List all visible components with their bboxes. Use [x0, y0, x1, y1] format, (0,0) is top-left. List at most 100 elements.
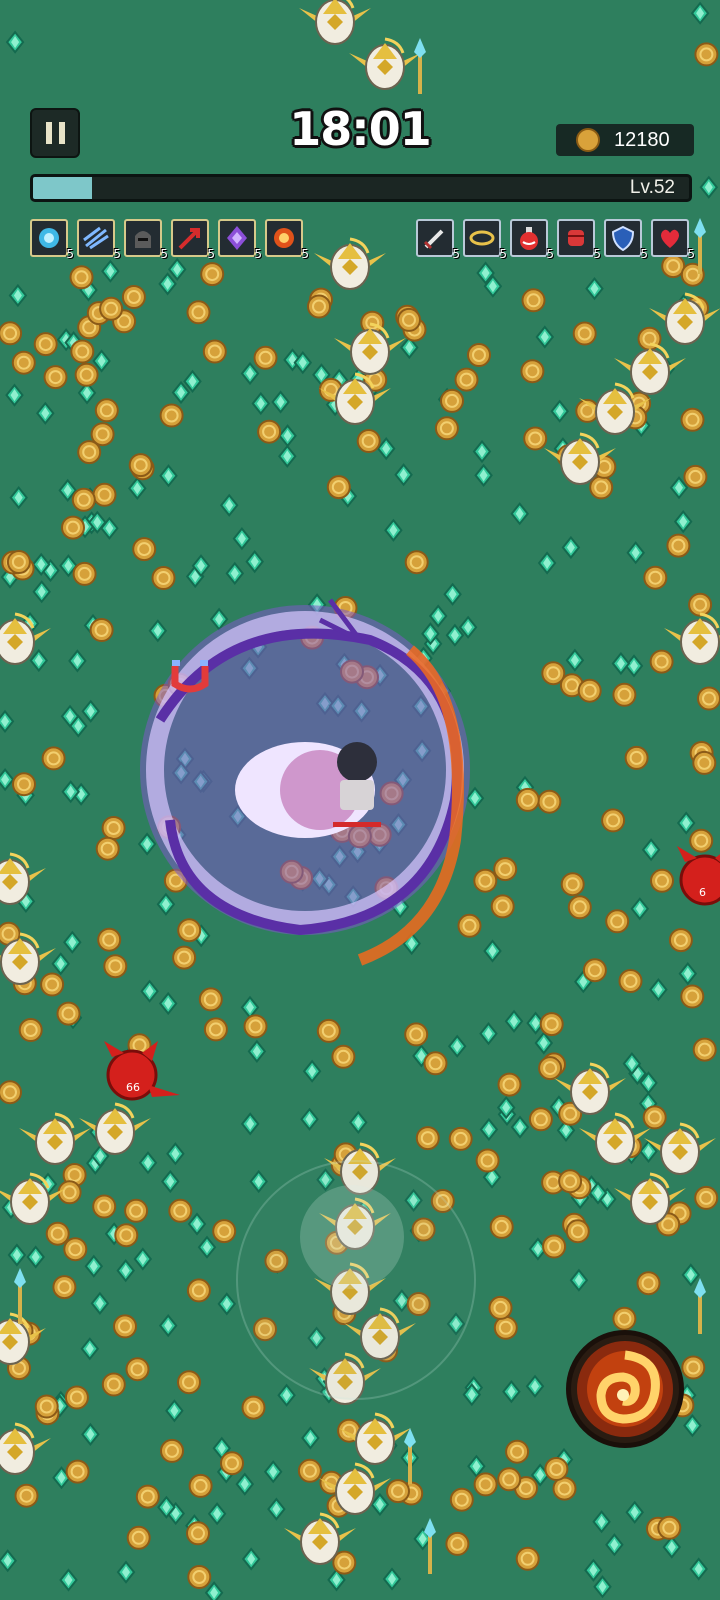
gold-coin-pickup [95, 836, 120, 861]
gold-coin-pickup [489, 1214, 514, 1239]
experience-bar: Lv.52 [30, 174, 692, 202]
gold-coin-pickup [132, 537, 157, 562]
gold-coin-pickup [572, 321, 597, 346]
gold-coin-pickup [61, 515, 85, 540]
gold-coin-pickup [64, 1385, 89, 1410]
gold-coin-pickup [188, 1473, 213, 1498]
gold-counter: 12180 [556, 124, 694, 156]
slot-level: 5 [593, 247, 601, 261]
gold-coin-pickup [577, 678, 602, 703]
gold-coin-pickup [72, 561, 97, 586]
gold-coin-pickup [415, 1126, 440, 1151]
weapon-slot-6: 5 [265, 219, 309, 261]
enemy-hp-label: 66 [126, 1081, 140, 1094]
gold-coin-pickup [697, 686, 720, 711]
gold-coin-pickup [56, 1001, 81, 1026]
gold-coin-pickup [297, 1458, 322, 1483]
gold-coin-pickup [177, 1370, 201, 1395]
gold-coin-pickup [668, 928, 693, 953]
gold-coin-pickup [657, 1515, 682, 1540]
coin-icon [576, 128, 600, 152]
gold-coin-pickup [160, 1438, 184, 1463]
gold-coin-pickup [440, 388, 464, 413]
fire-vortex-icon [577, 1341, 673, 1437]
gold-coin-pickup [159, 403, 184, 428]
gold-coin-pickup [99, 296, 124, 321]
gold-coin-pickup [187, 1565, 212, 1589]
red-arrow-icon [178, 228, 200, 250]
gold-coin-pickup [454, 367, 479, 392]
gold-coin-pickup [0, 321, 23, 346]
gold-coin-pickup [589, 475, 614, 500]
gold-coin-pickup [124, 1198, 149, 1223]
passive-slot-5: 5 [604, 219, 648, 261]
gold-coin-pickup [650, 868, 674, 893]
gold-coin-pickup [694, 1185, 719, 1210]
gold-coin-pickup [386, 1479, 410, 1504]
slot-level: 5 [499, 247, 507, 261]
slot-level: 5 [301, 247, 309, 261]
weapon-slot-1: 5 [30, 219, 74, 261]
gold-coin-pickup [565, 1219, 590, 1244]
gold-coin-pickup [541, 661, 566, 686]
gold-coin-pickup [404, 550, 429, 575]
weapon-slot-4: 5 [171, 219, 215, 261]
gold-coin-pickup [537, 789, 562, 814]
gold-coin-pickup [77, 440, 102, 465]
gold-coin-pickup [40, 972, 65, 997]
passive-slot-6: 5 [651, 219, 695, 261]
gold-coin-pickup [70, 339, 95, 364]
gold-coin-pickup [331, 1044, 356, 1069]
ultimate-skill-button[interactable] [566, 1330, 684, 1448]
gold-coin-pickup [692, 1037, 717, 1062]
gold-coin-pickup [101, 1372, 126, 1397]
gold-coin-pickup [186, 1278, 211, 1303]
gold-coin-pickup [528, 1107, 553, 1132]
gold-coin-pickup [538, 1056, 563, 1081]
gold-coin-pickup [71, 487, 96, 512]
dark-helm-icon [135, 231, 151, 248]
gold-coin-pickup [493, 1315, 518, 1340]
gold-coin-pickup [636, 1271, 661, 1296]
gold-coin-pickup [241, 1395, 266, 1420]
shield-icon [611, 225, 635, 252]
gold-coin-pickup [326, 475, 351, 500]
ice-shards-icon [83, 226, 109, 250]
pause-button[interactable] [30, 108, 80, 158]
passive-slot-2: 5 [463, 219, 507, 261]
gold-coin-pickup [41, 746, 66, 771]
gold-coin-pickup [34, 1394, 59, 1419]
gold-coin-pickup [177, 918, 202, 943]
gold-coin-pickup [203, 1017, 228, 1042]
slot-level: 5 [640, 247, 648, 261]
gold-coin-pickup [186, 300, 211, 325]
experience-fill [33, 177, 93, 199]
gold-coin-pickup [316, 1018, 341, 1043]
player-level: Lv.52 [629, 177, 675, 198]
fist-icon [568, 230, 584, 246]
gold-coin-pickup [542, 1234, 567, 1259]
gold-coin-pickup [683, 464, 708, 489]
gold-coin-pickup [307, 294, 331, 319]
gold-coin-pickup [448, 1126, 473, 1151]
weapon-slot-2: 5 [77, 219, 121, 261]
gold-coin-pickup [404, 1022, 429, 1047]
gold-coin-pickup [103, 954, 128, 979]
gold-coin-pickup [497, 1072, 522, 1097]
gold-coin-pickup [33, 332, 58, 357]
gold-coin-pickup [473, 868, 498, 893]
gold-coin-pickup [473, 1472, 498, 1497]
slot-level: 5 [160, 247, 168, 261]
joystick-thumb[interactable] [300, 1185, 404, 1289]
enemy-hp-label: 6 [699, 886, 706, 899]
slot-level: 5 [207, 247, 215, 261]
gold-coin-pickup [212, 1219, 237, 1244]
purple-crystal-icon [227, 226, 247, 250]
gold-coin-pickup [6, 550, 31, 574]
gold-coin-pickup [689, 828, 714, 853]
gold-coin-pickup [114, 1223, 139, 1248]
gold-coin-pickup [332, 1550, 357, 1575]
gold-coin-pickup [612, 682, 637, 707]
gold-coin-pickup [257, 419, 282, 444]
gold-coin-pickup [57, 1180, 82, 1205]
